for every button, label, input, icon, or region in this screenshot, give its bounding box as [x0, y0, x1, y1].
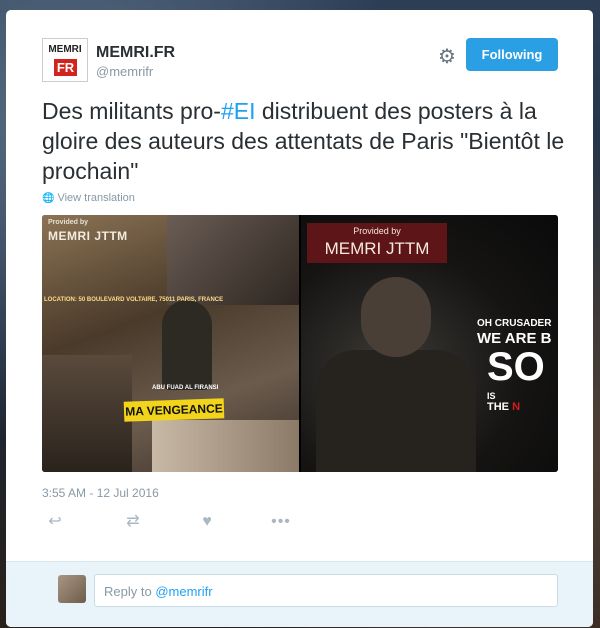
poster-name-caption: ABU FUAD AL FIRANSI — [152, 385, 219, 391]
poster-provided-box: Provided by MEMRI JTTM — [307, 223, 447, 263]
hashtag-link[interactable]: #EI — [221, 98, 256, 124]
tweet-timestamp[interactable]: 3:55 AM - 12 Jul 2016 — [42, 486, 159, 500]
poster-figure — [162, 300, 212, 390]
poster-line-1: OH CRUSADER — [477, 318, 552, 329]
poster-body — [316, 350, 476, 472]
avatar-badge: FR — [54, 59, 77, 76]
poster-line-5a: THE — [487, 401, 513, 413]
retweet-icon[interactable]: ⇄ — [122, 512, 144, 532]
poster-banner: MA VENGEANCE — [123, 398, 225, 422]
more-icon[interactable]: ••• — [270, 512, 292, 532]
poster-line-3: SO — [487, 345, 545, 389]
gear-icon[interactable]: ⚙ — [436, 46, 458, 68]
photo-collage-bottom — [152, 420, 299, 472]
reply-input[interactable]: Reply to @memrifr — [94, 574, 558, 607]
reply-placeholder: Reply to @memrifr — [104, 584, 213, 599]
media-image-left[interactable]: Provided by MEMRI JTTM LOCATION: 50 BOUL… — [42, 215, 299, 472]
account-name[interactable]: MEMRI.FR — [96, 44, 175, 62]
media-image-right[interactable]: Provided by MEMRI JTTM OH CRUSADER WE AR… — [301, 215, 558, 472]
following-button[interactable]: Following — [466, 38, 558, 71]
poster-provided-by: Provided by — [48, 219, 89, 226]
photo-collage-left — [42, 355, 132, 472]
user-avatar — [58, 575, 86, 603]
media-grid: Provided by MEMRI JTTM LOCATION: 50 BOUL… — [42, 215, 558, 472]
view-translation-link[interactable]: 🌐 View translation — [42, 192, 135, 204]
globe-icon: 🌐 — [42, 193, 55, 204]
poster-brand-right: MEMRI JTTM — [324, 239, 430, 258]
tweet-text-before: Des militants pro- — [42, 98, 221, 124]
poster-face — [361, 277, 431, 357]
reply-prefix: Reply to — [104, 584, 156, 599]
poster-provided-by-right: Provided by — [353, 226, 401, 236]
tweet-card: MEMRI FR MEMRI.FR @memrifr ⚙ Following D… — [6, 10, 593, 627]
poster-brand: MEMRI JTTM — [48, 229, 128, 243]
account-avatar[interactable]: MEMRI FR — [42, 38, 88, 82]
photo-collage-top — [167, 215, 299, 305]
view-translation-label: View translation — [57, 192, 135, 204]
avatar-logo-text: MEMRI — [48, 44, 82, 55]
tweet-text: Des militants pro-#EI distribuent des po… — [42, 96, 572, 186]
poster-location: LOCATION: 50 BOULEVARD VOLTAIRE, 75011 P… — [44, 297, 224, 303]
reply-mention: @memrifr — [155, 584, 213, 599]
poster-line-5b: N — [512, 401, 521, 413]
account-handle[interactable]: @memrifr — [96, 64, 153, 79]
heart-icon[interactable]: ♥ — [196, 512, 218, 532]
poster-line-5: THE N — [487, 401, 520, 413]
reply-icon[interactable]: ↩ — [44, 512, 66, 532]
poster-line-4: IS — [487, 391, 496, 401]
